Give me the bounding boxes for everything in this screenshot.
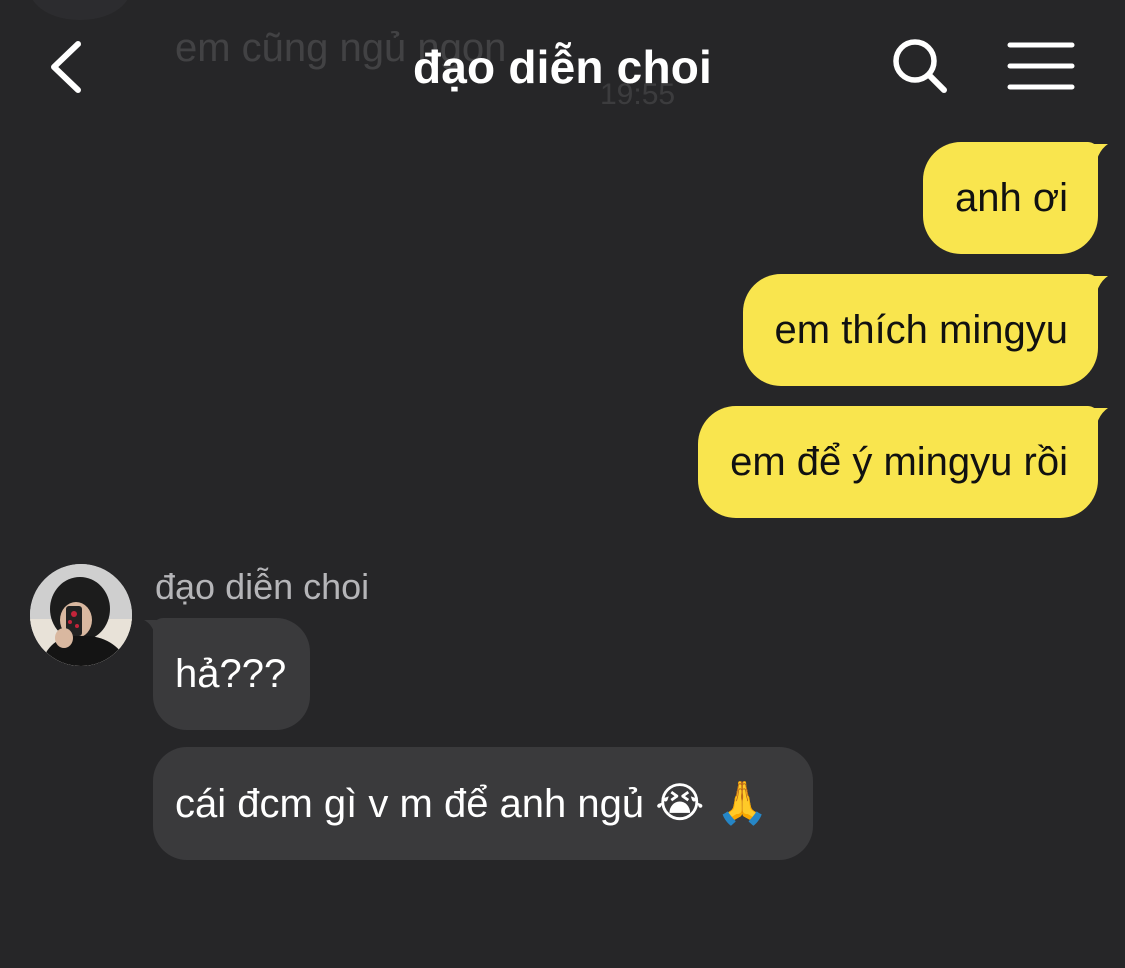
- sender-avatar[interactable]: [30, 564, 132, 666]
- outgoing-message[interactable]: anh ơi: [923, 142, 1098, 254]
- search-button[interactable]: [888, 36, 952, 96]
- message-text: em để ý mingyu rồi: [730, 440, 1068, 484]
- hamburger-menu-icon: [1007, 42, 1075, 90]
- incoming-message[interactable]: hả???: [153, 618, 311, 730]
- message-text: cái đcm gì v m để anh ngủ: [175, 782, 645, 826]
- chat-header: đạo diễn choi: [0, 0, 1125, 130]
- sender-name: đạo diễn choi: [155, 566, 370, 607]
- emoji-crying-praying: 😭 🙏: [655, 779, 769, 826]
- incoming-message[interactable]: cái đcm gì v m để anh ngủ 😭 🙏: [153, 747, 813, 860]
- message-text: anh ơi: [955, 176, 1068, 220]
- message-text: em thích mingyu: [774, 308, 1068, 352]
- search-icon: [893, 39, 947, 93]
- chat-title: đạo diễn choi: [412, 41, 713, 93]
- outgoing-message[interactable]: em thích mingyu: [742, 274, 1098, 386]
- message-text: hả???: [175, 652, 287, 696]
- outgoing-message[interactable]: em để ý mingyu rồi: [698, 406, 1098, 518]
- profile-photo-icon: [30, 564, 132, 666]
- menu-button[interactable]: [1006, 40, 1076, 92]
- chat-screen: em cũng ngủ ngon 19:55 đạo diễn choi anh…: [0, 0, 1125, 968]
